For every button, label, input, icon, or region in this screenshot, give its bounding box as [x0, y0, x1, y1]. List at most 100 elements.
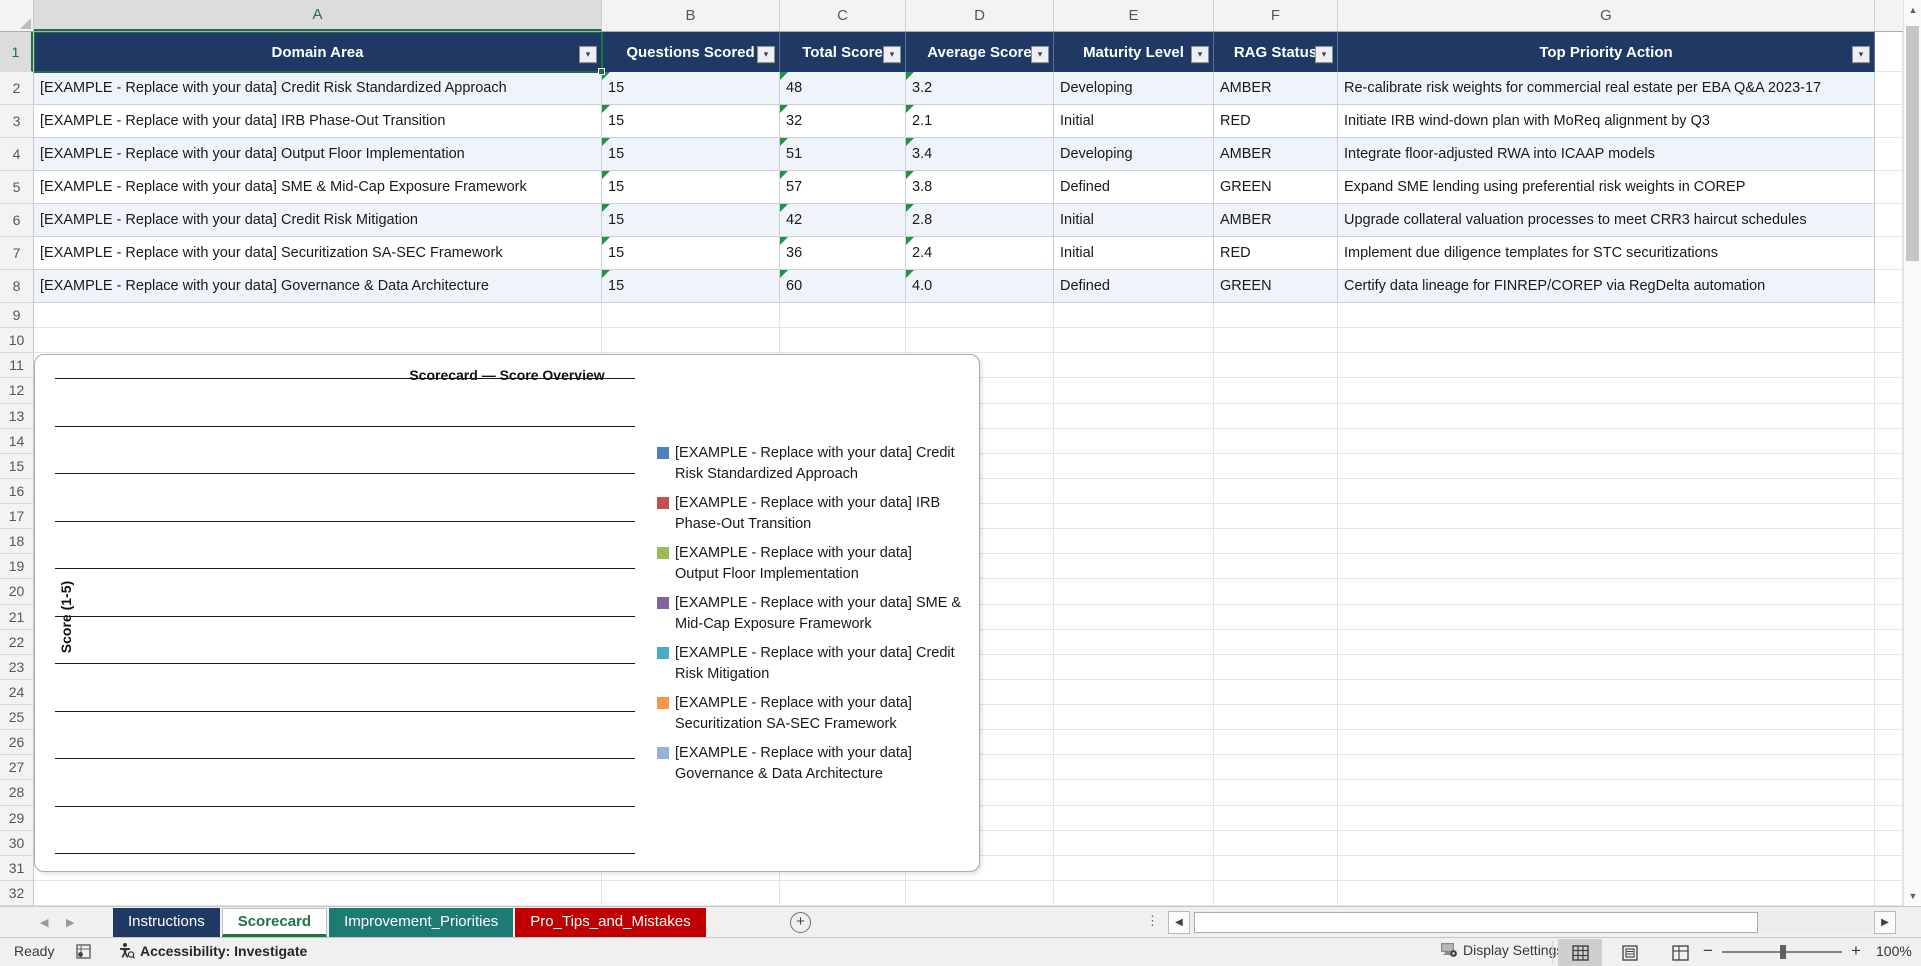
cell-G2[interactable]: Re-calibrate risk weights for commercial… — [1338, 72, 1875, 105]
column-header-D[interactable]: D — [906, 0, 1054, 31]
row-header-4[interactable]: 4 — [0, 138, 33, 171]
cell-G5[interactable]: Expand SME lending using preferential ri… — [1338, 171, 1875, 204]
normal-view-button[interactable] — [1558, 939, 1602, 966]
row-header-27[interactable]: 27 — [0, 755, 33, 781]
cell-F2[interactable]: AMBER — [1214, 72, 1338, 105]
row-header-19[interactable]: 19 — [0, 554, 33, 580]
cell-F8[interactable]: GREEN — [1214, 270, 1338, 303]
tab-splitter-handle[interactable]: ⋮ — [1146, 913, 1159, 929]
filter-dropdown-icon[interactable]: ▾ — [1031, 46, 1049, 64]
cell-D2[interactable]: 3.2 — [906, 72, 1054, 105]
cell-C6[interactable]: 42 — [780, 204, 906, 237]
row-header-20[interactable]: 20 — [0, 579, 33, 605]
tab-scroll-left-icon[interactable]: ◀ — [40, 907, 48, 937]
horizontal-scrollbar-thumb[interactable] — [1194, 912, 1758, 933]
cell-E4[interactable]: Developing — [1054, 138, 1214, 171]
zoom-slider[interactable] — [1722, 945, 1842, 959]
table-header-G[interactable]: Top Priority Action ▾ — [1338, 32, 1875, 72]
select-all-corner[interactable] — [0, 0, 34, 31]
horizontal-scrollbar[interactable] — [1192, 911, 1872, 934]
cell-E8[interactable]: Defined — [1054, 270, 1214, 303]
sheet-tab-instructions[interactable]: Instructions — [113, 908, 220, 937]
hscroll-right-icon[interactable]: ▶ — [1874, 911, 1896, 934]
sheet-tab-scorecard[interactable]: Scorecard — [221, 908, 328, 937]
tab-scroll-right-icon[interactable]: ▶ — [66, 907, 74, 937]
scroll-down-icon[interactable]: ▼ — [1904, 886, 1921, 906]
cell-E6[interactable]: Initial — [1054, 204, 1214, 237]
cell-E7[interactable]: Initial — [1054, 237, 1214, 270]
cell-A2[interactable]: [EXAMPLE - Replace with your data] Credi… — [34, 72, 602, 105]
row-header-12[interactable]: 12 — [0, 378, 33, 404]
cell-C8[interactable]: 60 — [780, 270, 906, 303]
row-header-28[interactable]: 28 — [0, 780, 33, 806]
cell-C3[interactable]: 32 — [780, 105, 906, 138]
cell-D5[interactable]: 3.8 — [906, 171, 1054, 204]
table-header-D[interactable]: Average Score ▾ — [906, 32, 1054, 72]
table-header-B[interactable]: Questions Scored ▾ — [602, 32, 780, 72]
macro-record-icon[interactable] — [76, 944, 91, 959]
cell-D7[interactable]: 2.4 — [906, 237, 1054, 270]
cell-B3[interactable]: 15 — [602, 105, 780, 138]
cell-B5[interactable]: 15 — [602, 171, 780, 204]
row-header-16[interactable]: 16 — [0, 479, 33, 504]
cell-F4[interactable]: AMBER — [1214, 138, 1338, 171]
row-header-22[interactable]: 22 — [0, 630, 33, 655]
table-header-F[interactable]: RAG Status ▾ — [1214, 32, 1338, 72]
vertical-scrollbar-thumb[interactable] — [1906, 26, 1919, 261]
row-header-8[interactable]: 8 — [0, 270, 33, 303]
display-settings-button[interactable]: Display Settings — [1440, 942, 1563, 958]
row-header-25[interactable]: 25 — [0, 705, 33, 731]
column-header-G[interactable]: G — [1338, 0, 1875, 31]
cell-D4[interactable]: 3.4 — [906, 138, 1054, 171]
cell-A3[interactable]: [EXAMPLE - Replace with your data] IRB P… — [34, 105, 602, 138]
cell-A6[interactable]: [EXAMPLE - Replace with your data] Credi… — [34, 204, 602, 237]
row-header-18[interactable]: 18 — [0, 529, 33, 555]
hscroll-left-icon[interactable]: ◀ — [1168, 911, 1190, 934]
row-header-14[interactable]: 14 — [0, 429, 33, 454]
row-header-13[interactable]: 13 — [0, 404, 33, 429]
embedded-chart[interactable]: Scorecard — Score Overview Score (1-5) [… — [34, 354, 980, 872]
row-header-1[interactable]: 1 — [0, 32, 33, 72]
cell-A4[interactable]: [EXAMPLE - Replace with your data] Outpu… — [34, 138, 602, 171]
filter-dropdown-icon[interactable]: ▾ — [579, 46, 597, 64]
cells-area[interactable]: Scorecard — Score Overview Score (1-5) [… — [34, 32, 1903, 906]
accessibility-status[interactable]: Accessibility: Investigate — [118, 942, 307, 959]
row-header-29[interactable]: 29 — [0, 806, 33, 831]
column-header-A[interactable]: A — [34, 0, 602, 31]
row-header-24[interactable]: 24 — [0, 680, 33, 705]
row-header-9[interactable]: 9 — [0, 303, 33, 329]
cell-C4[interactable]: 51 — [780, 138, 906, 171]
row-header-3[interactable]: 3 — [0, 105, 33, 138]
table-header-C[interactable]: Total Score ▾ — [780, 32, 906, 72]
column-header-F[interactable]: F — [1214, 0, 1338, 31]
filter-dropdown-icon[interactable]: ▾ — [883, 46, 901, 64]
row-header-10[interactable]: 10 — [0, 328, 33, 354]
table-header-E[interactable]: Maturity Level ▾ — [1054, 32, 1214, 72]
row-header-15[interactable]: 15 — [0, 454, 33, 479]
cell-B8[interactable]: 15 — [602, 270, 780, 303]
cell-B2[interactable]: 15 — [602, 72, 780, 105]
zoom-level[interactable]: 100% — [1876, 943, 1912, 959]
cell-A8[interactable]: [EXAMPLE - Replace with your data] Gover… — [34, 270, 602, 303]
cell-F3[interactable]: RED — [1214, 105, 1338, 138]
row-header-31[interactable]: 31 — [0, 856, 33, 881]
column-header-C[interactable]: C — [780, 0, 906, 31]
scroll-up-icon[interactable]: ▲ — [1904, 0, 1921, 20]
cell-G4[interactable]: Integrate floor-adjusted RWA into ICAAP … — [1338, 138, 1875, 171]
new-sheet-button[interactable]: + — [790, 912, 811, 933]
cell-G6[interactable]: Upgrade collateral valuation processes t… — [1338, 204, 1875, 237]
cell-G3[interactable]: Initiate IRB wind-down plan with MoReq a… — [1338, 105, 1875, 138]
page-break-preview-button[interactable] — [1658, 939, 1702, 966]
cell-C5[interactable]: 57 — [780, 171, 906, 204]
row-header-6[interactable]: 6 — [0, 204, 33, 237]
row-header-32[interactable]: 32 — [0, 881, 33, 906]
column-header-E[interactable]: E — [1054, 0, 1214, 31]
cell-G7[interactable]: Implement due diligence templates for ST… — [1338, 237, 1875, 270]
cell-F6[interactable]: AMBER — [1214, 204, 1338, 237]
cell-C2[interactable]: 48 — [780, 72, 906, 105]
cell-E3[interactable]: Initial — [1054, 105, 1214, 138]
cell-D6[interactable]: 2.8 — [906, 204, 1054, 237]
zoom-out-button[interactable]: − — [1703, 941, 1713, 961]
table-header-A[interactable]: Domain Area ▾ — [34, 32, 602, 72]
row-header-26[interactable]: 26 — [0, 730, 33, 756]
